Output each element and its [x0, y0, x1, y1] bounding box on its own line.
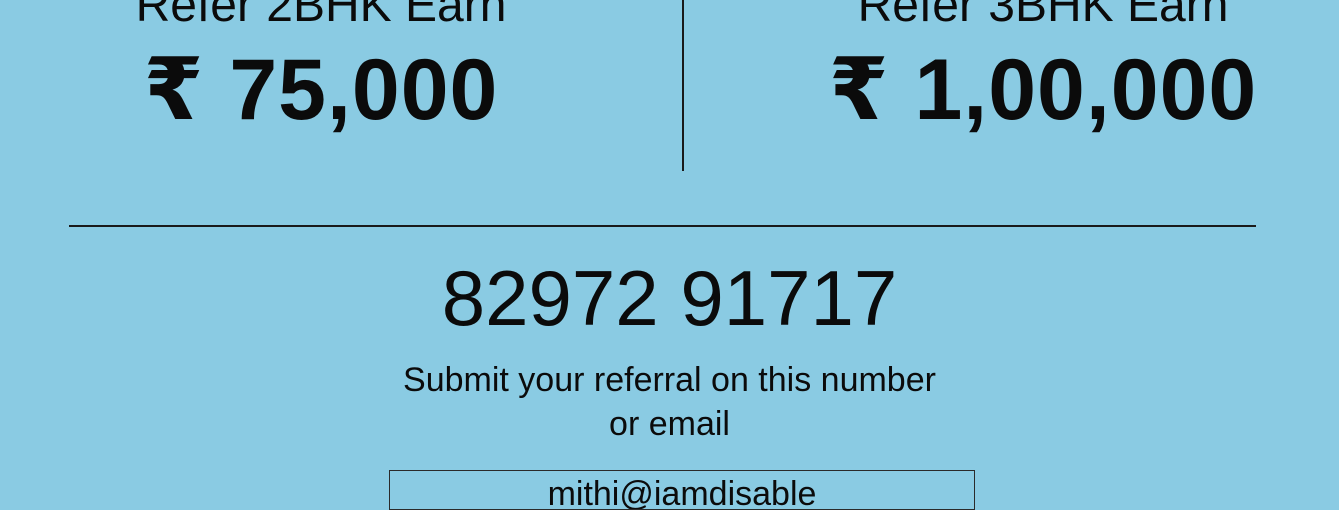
referral-note: Submit your referral on this number or e… — [0, 358, 1339, 446]
offer-3bhk: Refer 3BHK Earn ₹ 1,00,000 — [763, 0, 1323, 138]
phone-number[interactable]: 82972 91717 — [0, 248, 1339, 348]
offer-2bhk: Refer 2BHK Earn ₹ 75,000 — [41, 0, 601, 138]
vertical-divider — [682, 0, 684, 171]
horizontal-divider — [69, 225, 1256, 227]
offer-2bhk-title: Refer 2BHK Earn — [135, 0, 507, 32]
referral-note-line-1: Submit your referral on this number — [403, 361, 936, 399]
referral-note-line-2: or email — [609, 405, 730, 443]
offer-3bhk-title: Refer 3BHK Earn — [857, 0, 1229, 32]
offer-2bhk-amount: ₹ 75,000 — [143, 42, 499, 138]
offer-3bhk-amount: ₹ 1,00,000 — [828, 42, 1258, 138]
email-address[interactable]: mithi@iamdisable — [389, 470, 975, 510]
